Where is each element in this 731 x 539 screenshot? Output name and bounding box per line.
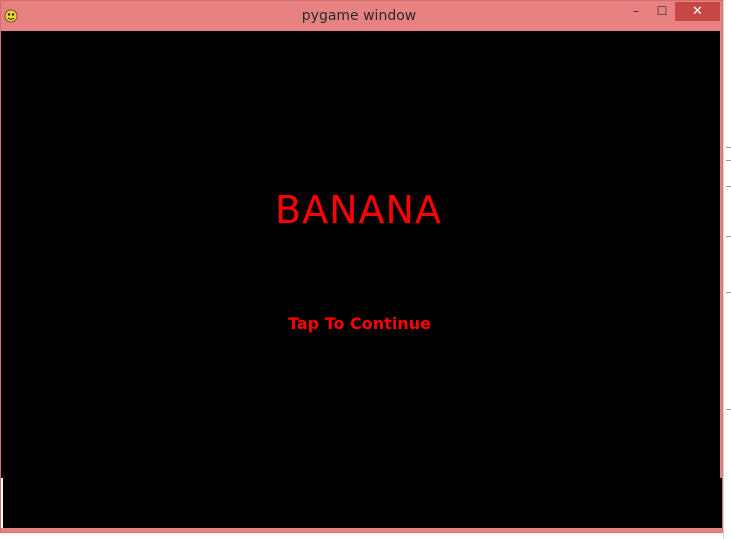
background-app-mark bbox=[726, 147, 731, 148]
background-app-mark bbox=[726, 186, 731, 187]
background-app-edge bbox=[723, 0, 731, 539]
close-icon: ✕ bbox=[692, 4, 703, 19]
close-button[interactable]: ✕ bbox=[675, 2, 720, 21]
maximize-icon: ☐ bbox=[656, 4, 668, 18]
window-title: pygame window bbox=[301, 8, 417, 24]
window-titlebar[interactable]: pygame window – ☐ ✕ bbox=[1, 1, 722, 31]
maximize-button[interactable]: ☐ bbox=[649, 2, 675, 21]
background-app-mark bbox=[726, 292, 731, 293]
background-app-mark bbox=[726, 236, 731, 237]
tap-to-continue-prompt[interactable]: Tap To Continue bbox=[1, 314, 718, 333]
game-canvas-bottom[interactable] bbox=[3, 478, 722, 528]
minimize-icon: – bbox=[633, 4, 639, 18]
game-title: BANANA bbox=[275, 188, 442, 232]
background-app-mark bbox=[726, 160, 731, 161]
pygame-window[interactable]: pygame window – ☐ ✕ BANANA Tap To Contin… bbox=[0, 0, 723, 533]
background-app-mark bbox=[726, 409, 731, 410]
game-canvas[interactable]: BANANA Tap To Continue bbox=[1, 31, 720, 478]
minimize-button[interactable]: – bbox=[623, 2, 649, 21]
